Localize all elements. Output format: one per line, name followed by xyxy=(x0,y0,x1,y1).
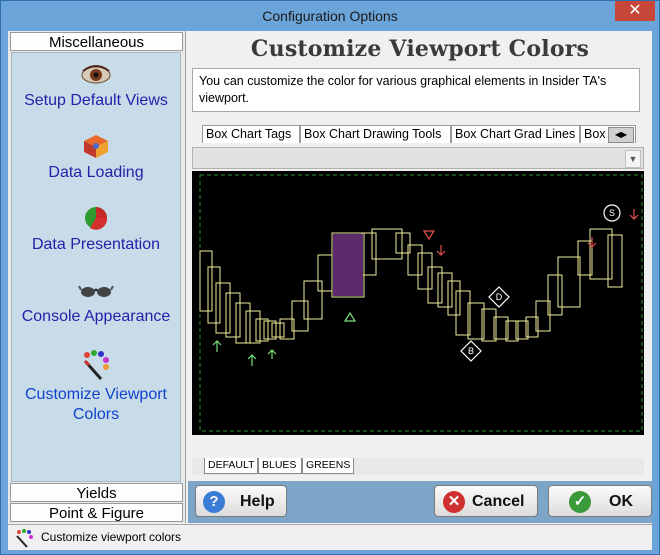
chevron-down-icon[interactable]: ▼ xyxy=(625,150,641,168)
group-yields[interactable]: Yields xyxy=(10,483,183,502)
title-bar: Configuration Options ✕ xyxy=(1,1,659,31)
window-title: Configuration Options xyxy=(262,8,398,24)
page-title: Customize Viewport Colors xyxy=(250,36,590,62)
help-icon: ? xyxy=(203,491,225,513)
nav-item-console-appearance[interactable]: Console Appearance xyxy=(12,277,180,327)
preview-grid-frame xyxy=(199,174,643,432)
nav-item-setup-default-views[interactable]: Setup Default Views xyxy=(12,61,180,111)
ok-button-label: OK xyxy=(609,493,633,510)
palette-icon xyxy=(83,350,109,380)
nav-item-label: Data Presentation xyxy=(31,236,161,253)
ok-button[interactable]: ✓ OK xyxy=(548,485,652,517)
category-panel: Miscellaneous Setup Default Views Data L… xyxy=(8,31,186,523)
pie-icon xyxy=(85,207,108,230)
group-miscellaneous[interactable]: Miscellaneous xyxy=(10,32,183,51)
tag-b-label: B xyxy=(468,346,474,356)
tab-box-chart-grad-lines[interactable]: Box Chart Grad Lines xyxy=(451,125,580,143)
nav-item-label: Console Appearance xyxy=(21,308,171,325)
status-text: Customize viewport colors xyxy=(41,530,182,544)
tab-scroll-arrows[interactable]: ◀▶ xyxy=(608,127,634,143)
color-scheme-tabs: DEFAULT BLUES GREENS xyxy=(192,458,644,475)
nav-item-data-presentation[interactable]: Data Presentation xyxy=(12,205,180,255)
description-box: You can customize the color for various … xyxy=(192,68,640,112)
tab-box-chart-tags[interactable]: Box Chart Tags xyxy=(202,125,300,143)
group-point-and-figure[interactable]: Point & Figure xyxy=(10,503,183,522)
checkmark-icon: ✓ xyxy=(569,491,591,513)
element-select[interactable]: ▼ xyxy=(192,147,644,169)
nav-item-customize-viewport-colors[interactable]: Customize Viewport Colors xyxy=(12,349,180,425)
scheme-tab-greens[interactable]: GREENS xyxy=(302,458,354,474)
status-bar: Customize viewport colors xyxy=(8,524,652,550)
help-button[interactable]: ? Help xyxy=(195,485,287,517)
nav-item-label: Data Loading xyxy=(48,164,144,181)
tag-d-label: D xyxy=(496,292,503,302)
tab-box-chart-drawing-tools[interactable]: Box Chart Drawing Tools xyxy=(300,125,451,143)
nav-item-label: Customize Viewport Colors xyxy=(25,386,167,423)
close-button[interactable]: ✕ xyxy=(615,1,655,21)
glasses-icon xyxy=(78,285,114,297)
help-button-label: Help xyxy=(240,493,275,510)
eye-icon xyxy=(81,65,111,84)
client-area: Miscellaneous Setup Default Views Data L… xyxy=(8,31,652,550)
category-list: Setup Default Views Data Loading Data Pr… xyxy=(11,52,181,482)
element-tabs: Box Chart Tags Box Chart Drawing Tools B… xyxy=(192,125,640,143)
down-arrow-tags xyxy=(422,209,639,256)
scheme-tab-default[interactable]: DEFAULT xyxy=(204,458,258,474)
box-chart-boxes xyxy=(199,228,623,344)
cancel-button[interactable]: ✕ Cancel xyxy=(434,485,538,517)
content-panel: Customize Viewport Colors You can custom… xyxy=(188,31,652,523)
cube-icon xyxy=(84,135,108,158)
tag-s-label: S xyxy=(609,208,615,218)
nav-item-data-loading[interactable]: Data Loading xyxy=(12,133,180,183)
nav-item-label: Setup Default Views xyxy=(24,92,168,109)
cancel-button-label: Cancel xyxy=(472,493,525,510)
preview-svg: D B S xyxy=(199,174,643,432)
config-window: Configuration Options ✕ Miscellaneous Se… xyxy=(0,0,660,555)
highlighted-box xyxy=(333,234,363,296)
cancel-x-icon: ✕ xyxy=(443,491,465,513)
shape-tags xyxy=(460,204,621,362)
status-palette-icon xyxy=(16,529,33,548)
viewport-preview: D B S xyxy=(192,171,644,435)
scheme-tab-blues[interactable]: BLUES xyxy=(258,458,302,474)
button-bar: ? Help ✕ Cancel ✓ OK xyxy=(188,481,652,523)
